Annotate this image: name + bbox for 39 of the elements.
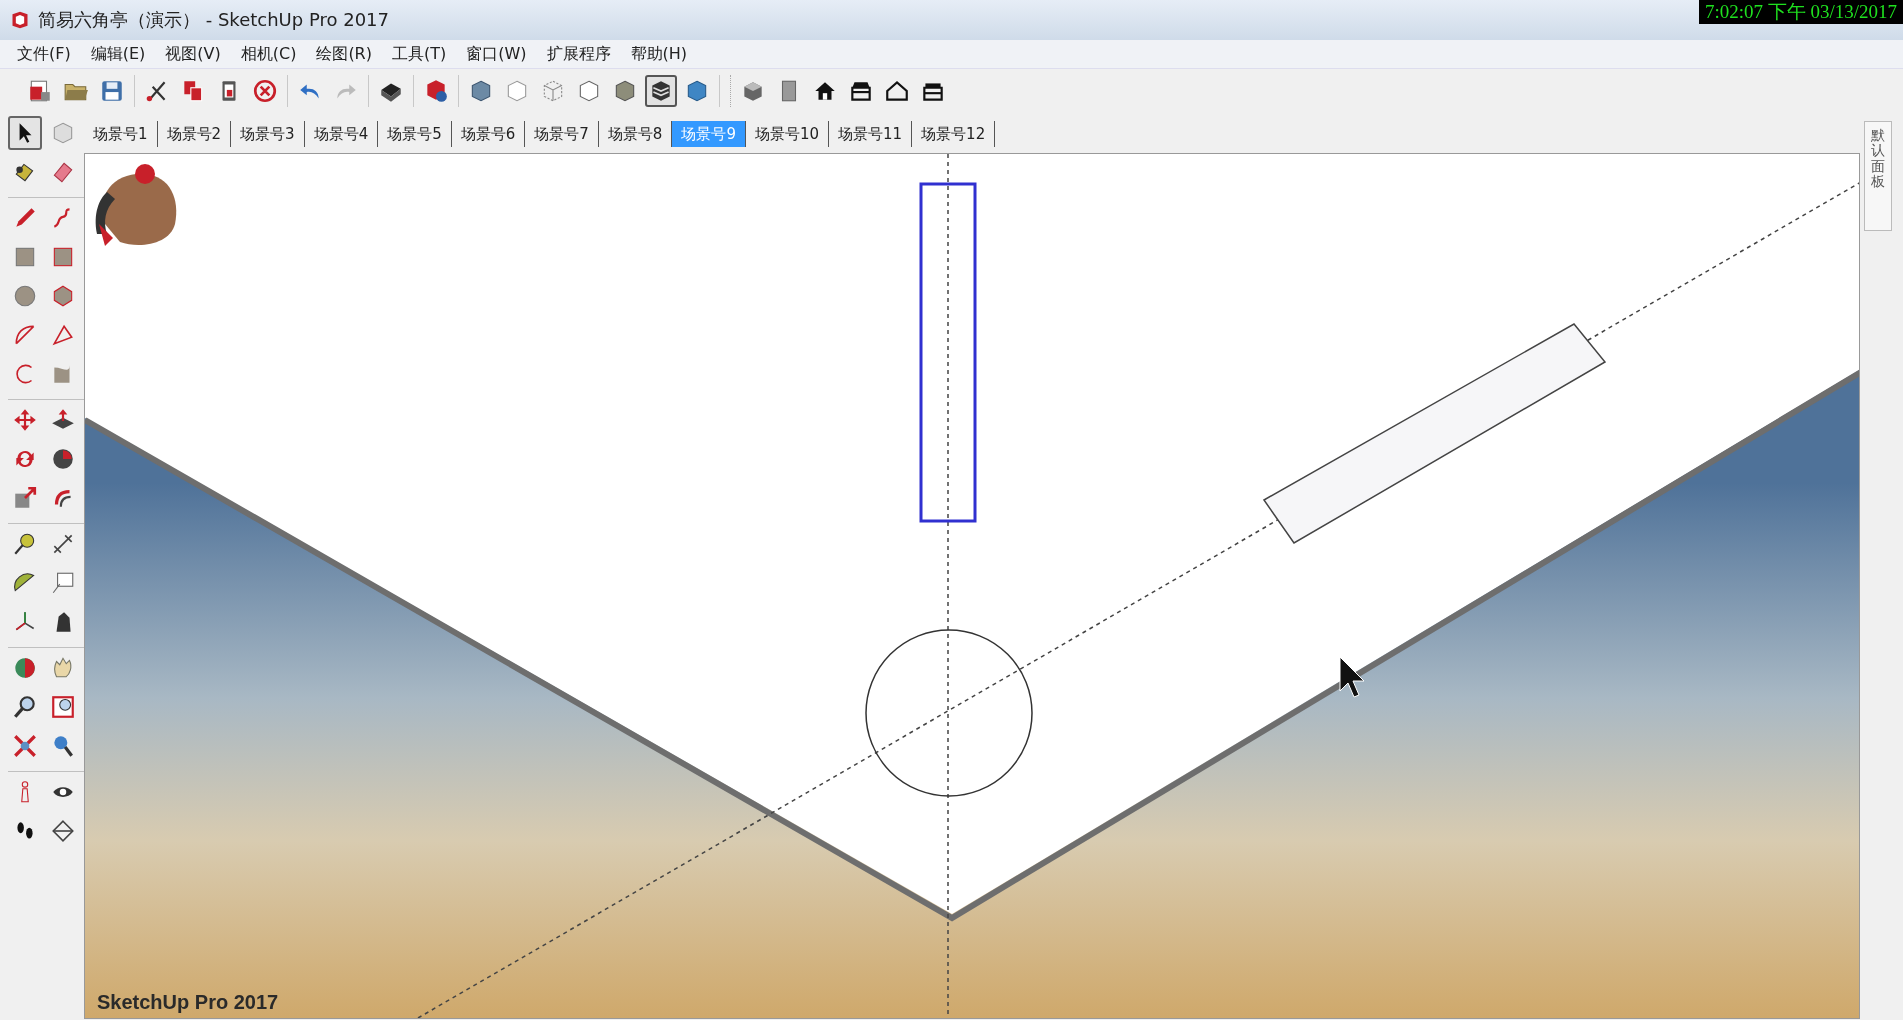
menu-item[interactable]: 文件(F) [8, 41, 80, 67]
scene-tab[interactable]: 场景号12 [912, 121, 996, 147]
zoom-window-icon [50, 694, 76, 720]
menu-item[interactable]: 窗口(W) [457, 41, 536, 67]
scene-tab[interactable]: 场景号7 [525, 121, 599, 147]
scene-tab[interactable]: 场景号10 [745, 121, 829, 147]
tray-tab[interactable]: 默认面板 [1864, 121, 1892, 231]
cursor-icon [1339, 656, 1365, 698]
document-icon [27, 78, 53, 104]
delete-icon [252, 78, 278, 104]
scale-icon [12, 485, 38, 511]
scene-tab[interactable]: 场景号3 [231, 121, 305, 147]
menu-item[interactable]: 绘图(R) [307, 41, 381, 67]
text-icon [50, 570, 76, 596]
scene-tab[interactable]: 场景号11 [829, 121, 913, 147]
menu-item[interactable]: 帮助(H) [621, 41, 697, 67]
menu-item[interactable]: 扩展程序 [537, 41, 620, 67]
model-label: SketchUp Pro 2017 [97, 991, 279, 1014]
menu-item[interactable]: 相机(C) [231, 41, 306, 67]
menu-item[interactable]: 工具(T) [383, 41, 456, 67]
section-plane-icon [50, 818, 76, 844]
zoom-extents-icon [12, 733, 38, 759]
circle-icon [12, 283, 38, 309]
follow-me-icon [50, 446, 76, 472]
scene-tab[interactable]: 场景号2 [157, 121, 232, 147]
menu-item[interactable]: 视图(V) [156, 41, 230, 67]
scene-tab[interactable]: 场景号5 [378, 121, 452, 147]
scene-tab[interactable]: 场景号6 [451, 121, 526, 147]
window-title: 简易六角亭（演示） - SketchUp Pro 2017 [38, 8, 389, 32]
app-icon [10, 10, 30, 30]
zoom-icon [12, 694, 38, 720]
scene-tab[interactable]: 场景号4 [304, 121, 379, 147]
move-icon [12, 407, 38, 433]
toolbar-button[interactable] [645, 75, 677, 107]
orbit-icon [12, 655, 38, 681]
menu-item[interactable]: 编辑(E) [81, 41, 155, 67]
clock-overlay: 7:02:07 下午 03/13/2017 [1698, 0, 1903, 24]
tool-button[interactable] [8, 116, 42, 150]
scene-tab[interactable]: 场景号1 [84, 121, 158, 147]
